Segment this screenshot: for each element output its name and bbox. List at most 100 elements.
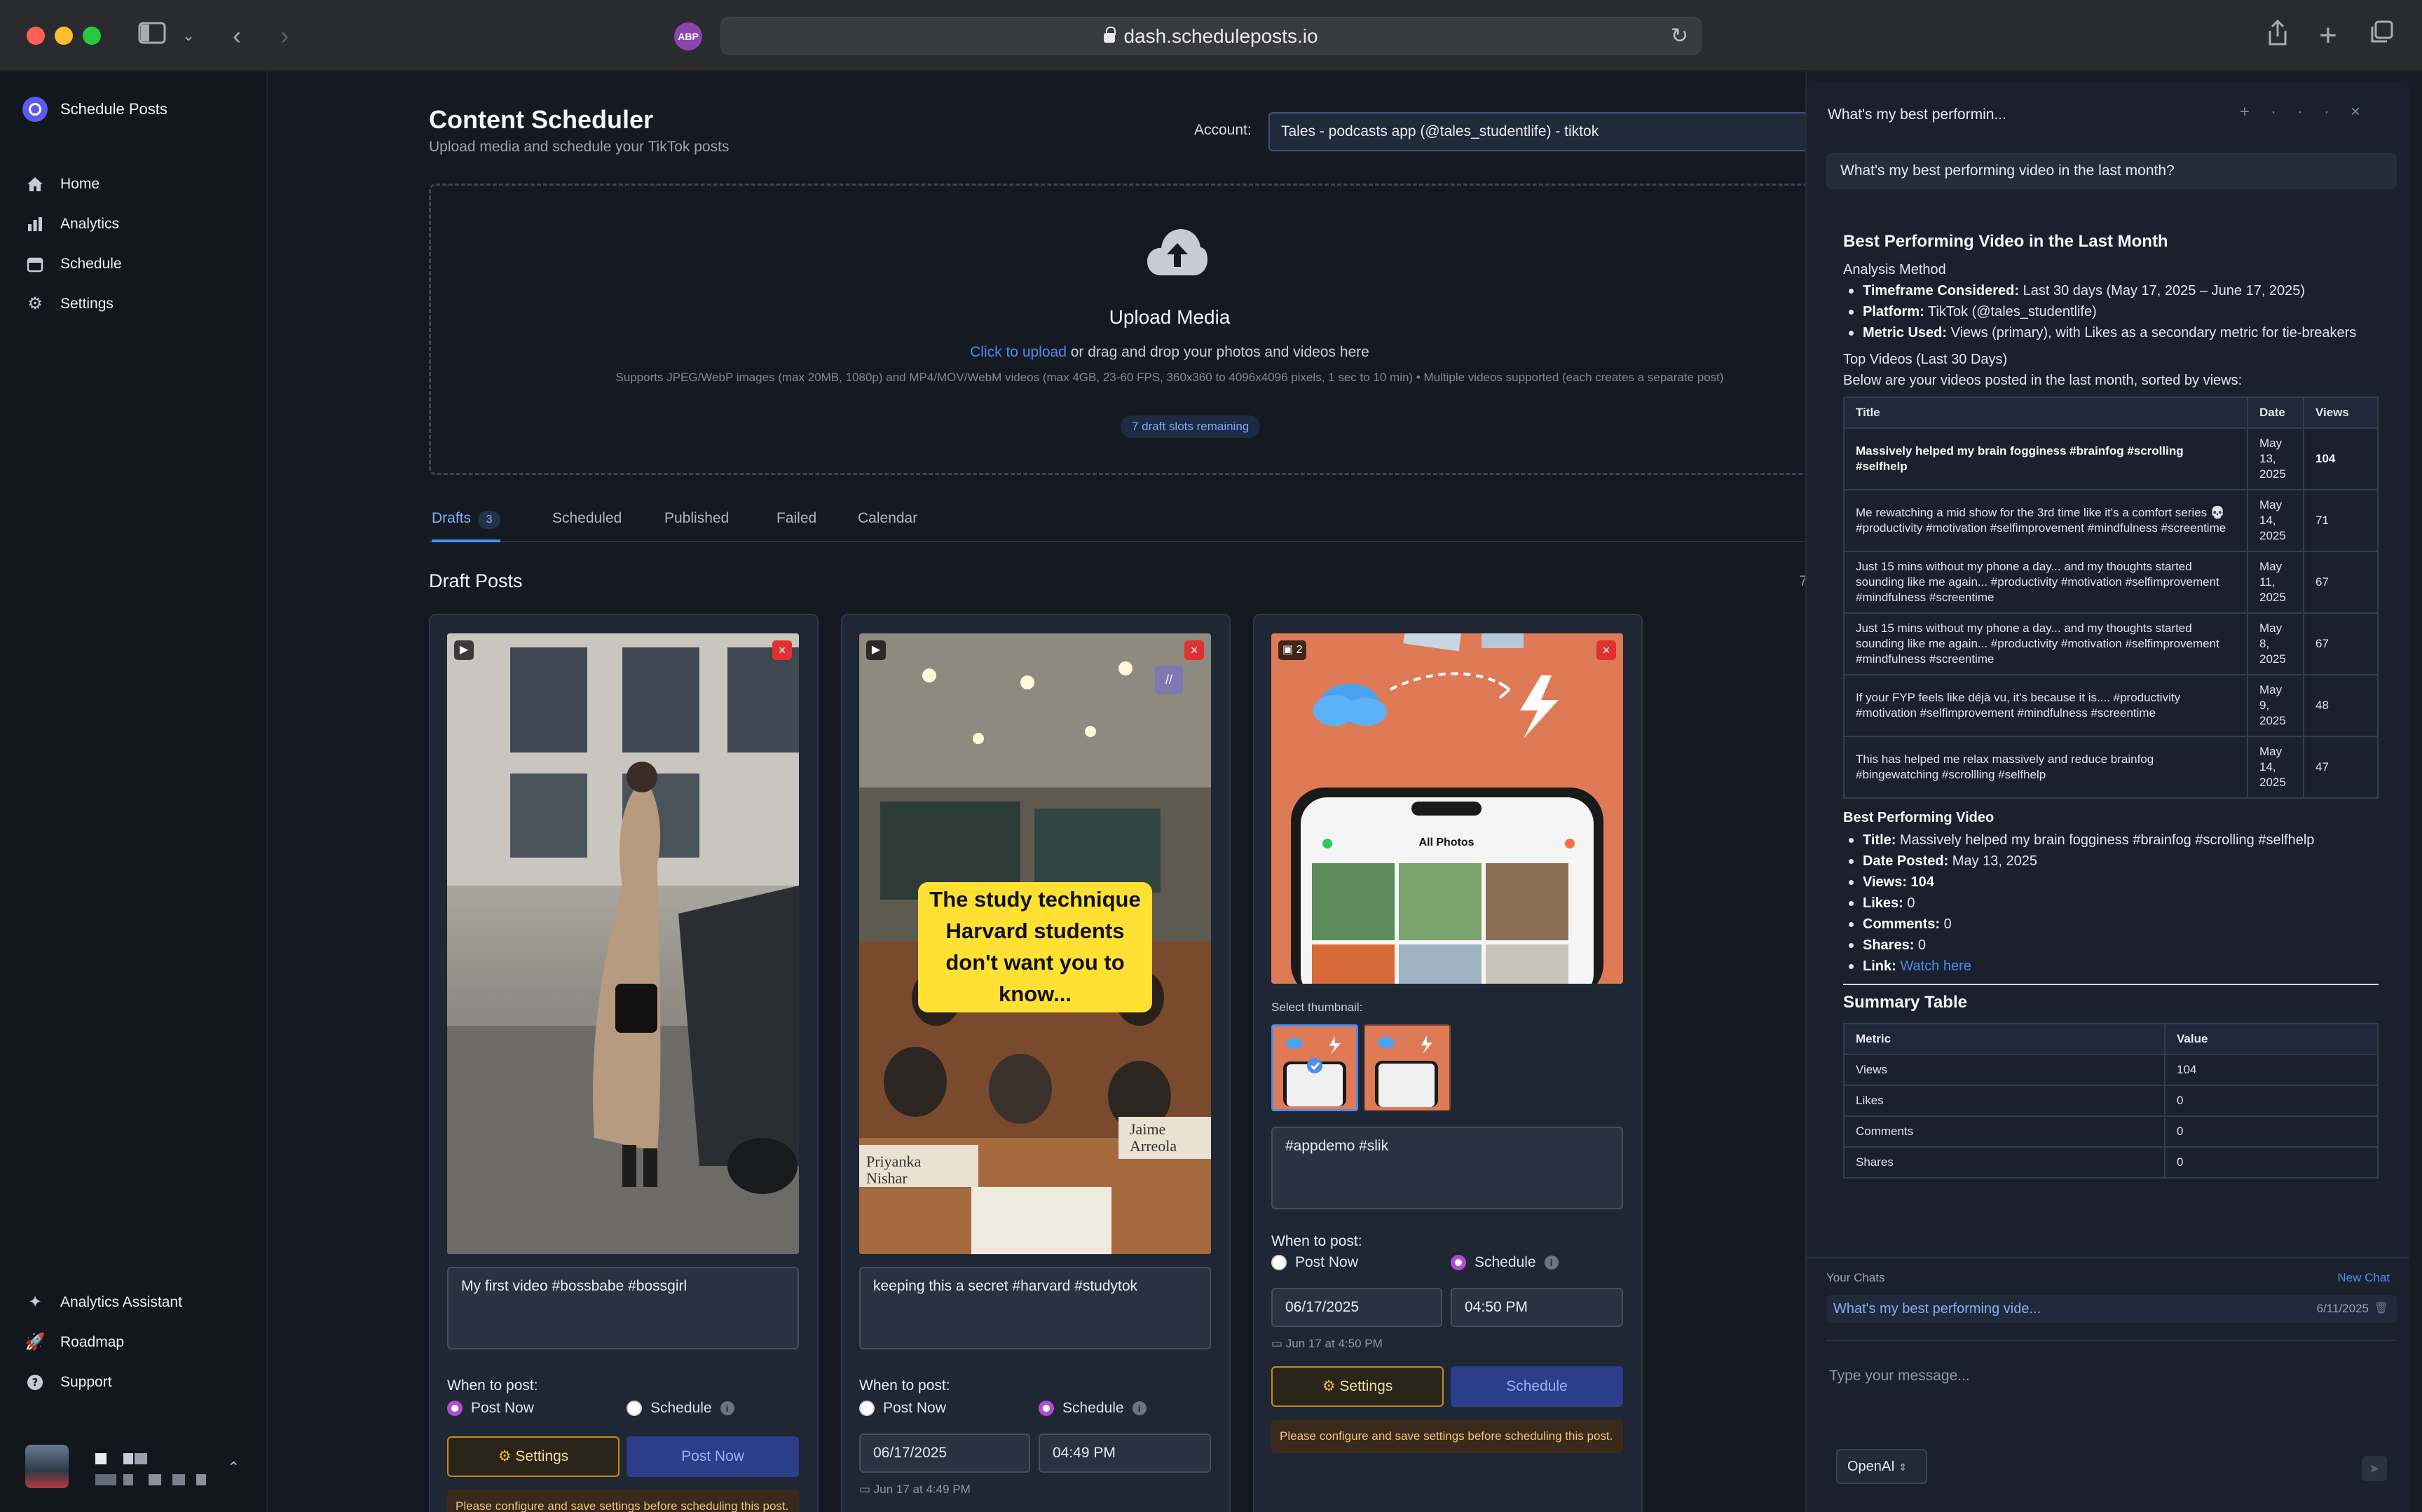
- send-icon[interactable]: ➤: [2362, 1456, 2387, 1481]
- sidebar-item-home[interactable]: Home: [25, 164, 122, 204]
- plus-icon[interactable]: +: [2240, 102, 2271, 121]
- schedule-time-input-2[interactable]: 04:49 PM: [1039, 1434, 1211, 1473]
- chevron-updown-icon: ⇕: [1898, 1462, 1908, 1473]
- chevron-up-icon[interactable]: ⌃: [227, 1459, 240, 1477]
- forward-arrow-icon[interactable]: ›: [271, 20, 299, 52]
- upload-instructions: Click to upload or drag and drop your ph…: [970, 344, 1369, 360]
- when-to-post-label: When to post:: [447, 1377, 538, 1394]
- reload-icon[interactable]: ↻: [1671, 18, 1688, 55]
- analytics-chat-panel: What's my best performin... +···× What's…: [1805, 71, 2422, 1512]
- model-select[interactable]: OpenAI ⇕: [1836, 1449, 1927, 1484]
- table-row: Massively helped my brain fogginess #bra…: [1843, 427, 2379, 490]
- schedule-radio[interactable]: Schedule i: [1039, 1400, 1147, 1417]
- sidebar-item-settings[interactable]: ⚙ Settings: [25, 284, 122, 324]
- sidebar-item-label: Analytics: [60, 215, 120, 232]
- gear-icon: ⚙: [1322, 1378, 1336, 1394]
- app-sidebar: Schedule Posts Home Analytics Schedule ⚙…: [0, 71, 268, 1512]
- click-to-upload-link[interactable]: Click to upload: [970, 344, 1067, 360]
- brand[interactable]: Schedule Posts: [22, 95, 167, 123]
- draft-media-3[interactable]: All Photos ▣ 2 ×: [1271, 633, 1623, 984]
- sidebar-item-label: Schedule: [60, 255, 122, 272]
- post-now-radio[interactable]: Post Now: [1271, 1254, 1358, 1271]
- chat-history-date: 6/11/2025: [2316, 1302, 2369, 1315]
- page-title: Content Scheduler: [429, 105, 654, 134]
- avatar: [25, 1445, 69, 1488]
- sidebar-item-roadmap[interactable]: 🚀 Roadmap: [25, 1322, 182, 1362]
- sidebar-item-schedule[interactable]: Schedule: [25, 244, 122, 284]
- address-bar[interactable]: dash.scheduleposts.io ↻: [720, 17, 1702, 55]
- tab-calendar[interactable]: Calendar: [858, 510, 917, 542]
- chat-history-item[interactable]: What's my best performing vide... 6/11/2…: [1826, 1295, 2397, 1323]
- sidebar-nav: Home Analytics Schedule ⚙ Settings: [25, 164, 122, 324]
- post-now-radio[interactable]: Post Now: [859, 1400, 946, 1417]
- schedule-button[interactable]: Schedule: [1451, 1366, 1623, 1407]
- sidebar-item-support[interactable]: ? Support: [25, 1362, 182, 1402]
- schedule-date-input-2[interactable]: 06/17/2025: [859, 1434, 1030, 1473]
- draft-media-1[interactable]: ▶ ×: [447, 633, 799, 1254]
- sidebar-bottom-nav: ✦ Analytics Assistant 🚀 Roadmap ? Suppor…: [25, 1282, 182, 1402]
- chevron-down-icon[interactable]: ⌄: [178, 20, 199, 52]
- user-menu[interactable]: ⌃: [25, 1445, 242, 1490]
- new-chat-button[interactable]: New Chat: [2337, 1271, 2390, 1285]
- caption-textarea-1[interactable]: My first video #bossbabe #bossgirl: [447, 1267, 799, 1349]
- thumbnail-option-2[interactable]: [1364, 1024, 1451, 1111]
- close-icon[interactable]: ×: [2351, 102, 2381, 121]
- share-icon[interactable]: [2262, 19, 2293, 52]
- schedule-date-input-3[interactable]: 06/17/2025: [1271, 1288, 1442, 1327]
- svg-text:?: ?: [32, 1376, 39, 1389]
- tab-published[interactable]: Published: [664, 510, 729, 542]
- sidebar-item-analytics-assistant[interactable]: ✦ Analytics Assistant: [25, 1282, 182, 1322]
- top-videos-table: Title Date Views Massively helped my bra…: [1843, 397, 2379, 799]
- close-window-button[interactable]: [27, 27, 45, 45]
- upload-dropzone[interactable]: Upload Media Click to upload or drag and…: [429, 184, 1910, 475]
- table-row: Comments 0: [1843, 1115, 2379, 1148]
- post-now-button[interactable]: Post Now: [627, 1436, 799, 1477]
- minimize-window-button[interactable]: [55, 27, 73, 45]
- rocket-icon: 🚀: [25, 1333, 46, 1352]
- caption-textarea-3[interactable]: #appdemo #slik: [1271, 1127, 1623, 1209]
- watch-here-link[interactable]: Watch here: [1896, 958, 1971, 974]
- tab-drafts[interactable]: Drafts 3: [432, 510, 501, 542]
- tab-failed[interactable]: Failed: [776, 510, 816, 542]
- sidebar-item-label: Roadmap: [60, 1333, 125, 1350]
- settings-button-1[interactable]: ⚙ Settings: [447, 1436, 620, 1477]
- sidebar-toggle-icon[interactable]: [135, 20, 170, 52]
- new-tab-icon[interactable]: +: [2313, 20, 2344, 52]
- thumbnail-option-1[interactable]: [1271, 1024, 1358, 1111]
- assistant-answer: Best Performing Video in the Last Month …: [1843, 231, 2397, 1226]
- info-icon[interactable]: i: [1132, 1401, 1147, 1415]
- schedule-time-input-3[interactable]: 04:50 PM: [1451, 1288, 1623, 1327]
- gear-icon: ⚙: [27, 294, 43, 313]
- answer-heading: Best Performing Video in the Last Month: [1843, 232, 2168, 251]
- remove-media-button[interactable]: ×: [772, 640, 792, 660]
- table-row: This has helped me relax massively and r…: [1843, 736, 2379, 799]
- more-options-icon[interactable]: ···: [2271, 102, 2351, 121]
- back-arrow-icon[interactable]: ‹: [223, 20, 251, 52]
- post-timing-radios-1: Post Now Schedule i: [447, 1400, 799, 1421]
- divider: [1843, 984, 2379, 985]
- sidebar-item-label: Support: [60, 1373, 112, 1390]
- info-icon[interactable]: i: [1544, 1256, 1559, 1270]
- draft-card-3: All Photos ▣ 2 × Select thumbnail: #appd…: [1253, 614, 1643, 1512]
- post-now-radio[interactable]: Post Now: [447, 1400, 534, 1417]
- adblock-extension-icon[interactable]: ABP: [674, 22, 702, 50]
- settings-button-3[interactable]: ⚙ Settings: [1271, 1366, 1444, 1407]
- remove-media-button[interactable]: ×: [1184, 640, 1204, 660]
- watermark-logo-icon: //: [1155, 666, 1183, 694]
- info-icon[interactable]: i: [720, 1401, 734, 1415]
- schedule-radio[interactable]: Schedule i: [627, 1400, 734, 1417]
- trash-icon[interactable]: 🗑: [2374, 1295, 2388, 1323]
- sidebar-item-label: Settings: [60, 295, 114, 312]
- zoom-window-button[interactable]: [83, 27, 101, 45]
- calendar-icon: ▭: [1271, 1337, 1283, 1350]
- caption-textarea-2[interactable]: keeping this a secret #harvard #studytok: [859, 1267, 1211, 1349]
- sidebar-item-analytics[interactable]: Analytics: [25, 204, 122, 244]
- draft-media-2[interactable]: The study technique Harvard students don…: [859, 633, 1211, 1254]
- calendar-icon: [25, 254, 45, 274]
- message-input[interactable]: Type your message...: [1829, 1368, 1970, 1384]
- tab-scheduled[interactable]: Scheduled: [552, 510, 622, 542]
- remove-media-button[interactable]: ×: [1596, 640, 1616, 660]
- home-icon: [25, 174, 45, 194]
- tab-overview-icon[interactable]: [2366, 20, 2397, 52]
- schedule-radio[interactable]: Schedule i: [1451, 1254, 1559, 1271]
